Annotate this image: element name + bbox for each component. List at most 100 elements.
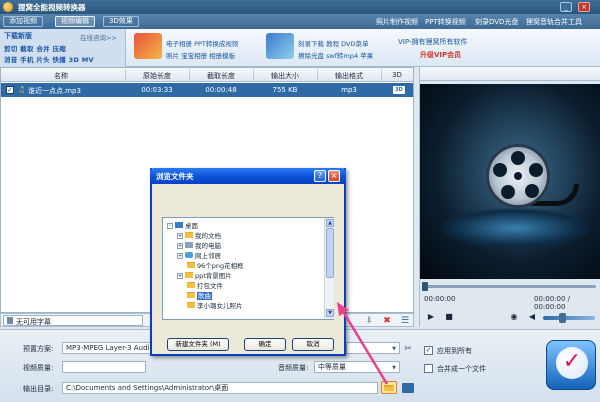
promo-dvd-line-2: 擦除光盘 swf转mp4 苹果 (298, 52, 374, 60)
add-video-button[interactable]: 添加视频 (3, 16, 43, 27)
expand-icon[interactable]: + (177, 273, 183, 279)
folder-tree[interactable]: - 桌面 + 我的文档 + 我的电脑 + 网上邻居 96个png花相框 + ppt背景图片… (162, 217, 334, 320)
column-3d[interactable]: 3D (381, 71, 413, 79)
arrow-line (339, 307, 389, 385)
apply-all-checkbox[interactable]: ✓ (424, 346, 433, 355)
minimize-button[interactable]: _ (560, 2, 572, 12)
list-settings-icon[interactable]: ☰ (399, 316, 411, 326)
preset-label: 预置方案: (23, 345, 54, 353)
title-bar: 狸窝全能视频转换器 _ × (0, 0, 600, 14)
ok-button[interactable]: 确定 (244, 338, 286, 351)
volume-handle[interactable] (559, 313, 566, 323)
app-title: 狸窝全能视频转换器 (18, 3, 86, 12)
photo-to-video-link[interactable]: 照片制作视频 (376, 17, 418, 27)
merge-label: 合并成一个文件 (437, 365, 486, 373)
subtitle-icon (7, 317, 13, 324)
tree-item-network[interactable]: + 网上邻居 (177, 251, 221, 261)
desktop-icon (175, 222, 183, 228)
volume-icon[interactable]: ◀ (526, 311, 538, 323)
current-time: 00:00:00 (424, 295, 456, 303)
promo-dvd-line-1: 刻录下载 教程 DVD菜单 (298, 40, 369, 48)
download-new-version-link[interactable]: 下载新版 (4, 31, 32, 41)
row-name: 谁近一点点.mp3 (28, 87, 81, 95)
preview-header (420, 67, 600, 81)
tree-scrollbar[interactable]: ▲ ▼ (324, 218, 334, 319)
promo-dvd-block[interactable]: 刻录下载 教程 DVD菜单 擦除光盘 swf转mp4 苹果 (266, 33, 386, 63)
tree-item-songs[interactable]: 歌曲 (187, 291, 212, 301)
ppt-icon (134, 33, 162, 59)
expand-icon[interactable]: + (177, 243, 183, 249)
column-output-size[interactable]: 输出大小 (253, 71, 317, 81)
subtitle-value: 无可用字幕 (16, 318, 51, 326)
folder-icon (187, 262, 195, 268)
tree-item-my-computer[interactable]: + 我的电脑 (177, 241, 221, 251)
burn-dvd-link[interactable]: 刻录DVD光盘 (475, 17, 518, 27)
new-folder-button[interactable]: 新建文件夹 (M) (167, 338, 229, 351)
seek-bar[interactable] (422, 282, 596, 291)
tree-item-desktop[interactable]: - 桌面 (167, 221, 198, 231)
ppt-to-video-link[interactable]: PPT转换视频 (425, 17, 466, 27)
output-dir-field[interactable]: C:\Documents and Settings\Administrator\… (62, 382, 378, 394)
volume-slider[interactable] (543, 313, 595, 323)
dialog-title-bar[interactable]: 浏览文件夹 ? × (150, 168, 346, 184)
audio-merge-tool-link[interactable]: 狸窝音轨合并工具 (526, 17, 582, 27)
convert-button[interactable]: ✓ (546, 340, 596, 390)
checkmark-icon: ✓ (556, 347, 588, 379)
tree-item-ppt-backgrounds[interactable]: + ppt背景图片 (177, 271, 232, 281)
open-output-folder-icon[interactable] (402, 383, 414, 393)
folder-icon (185, 272, 193, 278)
scroll-up-icon[interactable]: ▲ (326, 219, 334, 227)
app-logo-icon (3, 2, 13, 12)
dialog-close-button[interactable]: × (328, 170, 340, 182)
promo-feature-line-1[interactable]: 剪切 截取 合并 压缩 (4, 43, 66, 53)
close-button[interactable]: × (578, 2, 590, 12)
expand-icon[interactable]: + (177, 253, 183, 259)
tree-item-photos[interactable]: 李小璐女儿照片 (187, 301, 243, 311)
3d-effect-button[interactable]: 3D效果 (103, 16, 139, 27)
collapse-icon[interactable]: - (167, 223, 173, 229)
video-edit-button[interactable]: 视频编辑 (55, 16, 95, 27)
tree-item-packed-files[interactable]: 打包文件 (187, 281, 223, 291)
browse-folder-dialog: 浏览文件夹 ? × - 桌面 + 我的文档 + 我的电脑 + 网上邻居 96个png花相… (150, 168, 346, 356)
upgrade-vip-link[interactable]: 升级VIP会员 (420, 50, 461, 60)
column-output-format[interactable]: 输出格式 (317, 71, 381, 81)
expand-icon[interactable]: + (177, 233, 183, 239)
stop-icon[interactable]: ■ (444, 311, 454, 323)
vip-info-link[interactable]: VIP-拥有狸窝所有软件 (398, 37, 467, 47)
column-clip-length[interactable]: 截取长度 (189, 71, 253, 81)
output-dir-label: 输出目录: (23, 385, 54, 393)
preset-settings-icon[interactable]: ✂ (402, 344, 414, 354)
snapshot-icon[interactable]: ◉ (508, 311, 520, 323)
scroll-thumb[interactable] (326, 228, 334, 278)
scroll-down-icon[interactable]: ▼ (326, 309, 334, 317)
promo-feature-line-2[interactable]: 消音 手机 片头 快播 3D MV (4, 54, 94, 64)
video-quality-select[interactable] (62, 361, 146, 373)
row-original-length: 00:03:33 (141, 86, 173, 94)
row-checkbox[interactable]: ✓ (6, 86, 14, 94)
merge-checkbox[interactable] (424, 364, 433, 373)
pointer-arrow-icon (337, 302, 389, 385)
audio-quality-label: 音频质量: (278, 364, 309, 372)
tree-item-png-frames[interactable]: 96个png花相框 (187, 261, 244, 271)
promo-left-panel: 下载新版 在线咨询>> 剪切 截取 合并 压缩 消音 手机 片头 快播 3D M… (0, 29, 126, 67)
3d-badge-icon[interactable]: 3D (393, 86, 405, 94)
online-consult-link[interactable]: 在线咨询>> (80, 32, 117, 42)
help-button[interactable]: ? (314, 170, 326, 182)
network-icon (185, 252, 193, 258)
table-row[interactable]: ✓ ♫ 谁近一点点.mp3 00:03:33 00:00:48 755 KB m… (1, 83, 413, 97)
row-output-size: 755 KB (272, 86, 298, 94)
subtitle-select[interactable]: 无可用字幕 (3, 315, 143, 326)
tree-item-my-documents[interactable]: + 我的文档 (177, 231, 221, 241)
promo-ppt-block[interactable]: 电子相册 PPT转换成视频 照片 宝宝相册 相册模板 (134, 33, 254, 63)
row-output-format: mp3 (341, 86, 357, 94)
promo-banner: 下载新版 在线咨询>> 剪切 截取 合并 压缩 消音 手机 片头 快播 3D M… (0, 29, 600, 67)
preview-panel: 00:00:00 00:00:00 / 00:00:00 ▶ ■ ◉ ◀ (419, 67, 600, 327)
seek-handle[interactable] (422, 282, 428, 291)
folder-icon (187, 292, 195, 298)
play-icon[interactable]: ▶ (426, 311, 436, 323)
cancel-button[interactable]: 取消 (292, 338, 334, 351)
column-original-length[interactable]: 原始长度 (125, 71, 189, 81)
column-name[interactable]: 名称 (11, 71, 111, 81)
promo-ppt-line-1: 电子相册 PPT转换成视频 (166, 40, 239, 48)
preset-select[interactable]: MP3-MPEG Layer-3 Audio (62, 342, 152, 354)
